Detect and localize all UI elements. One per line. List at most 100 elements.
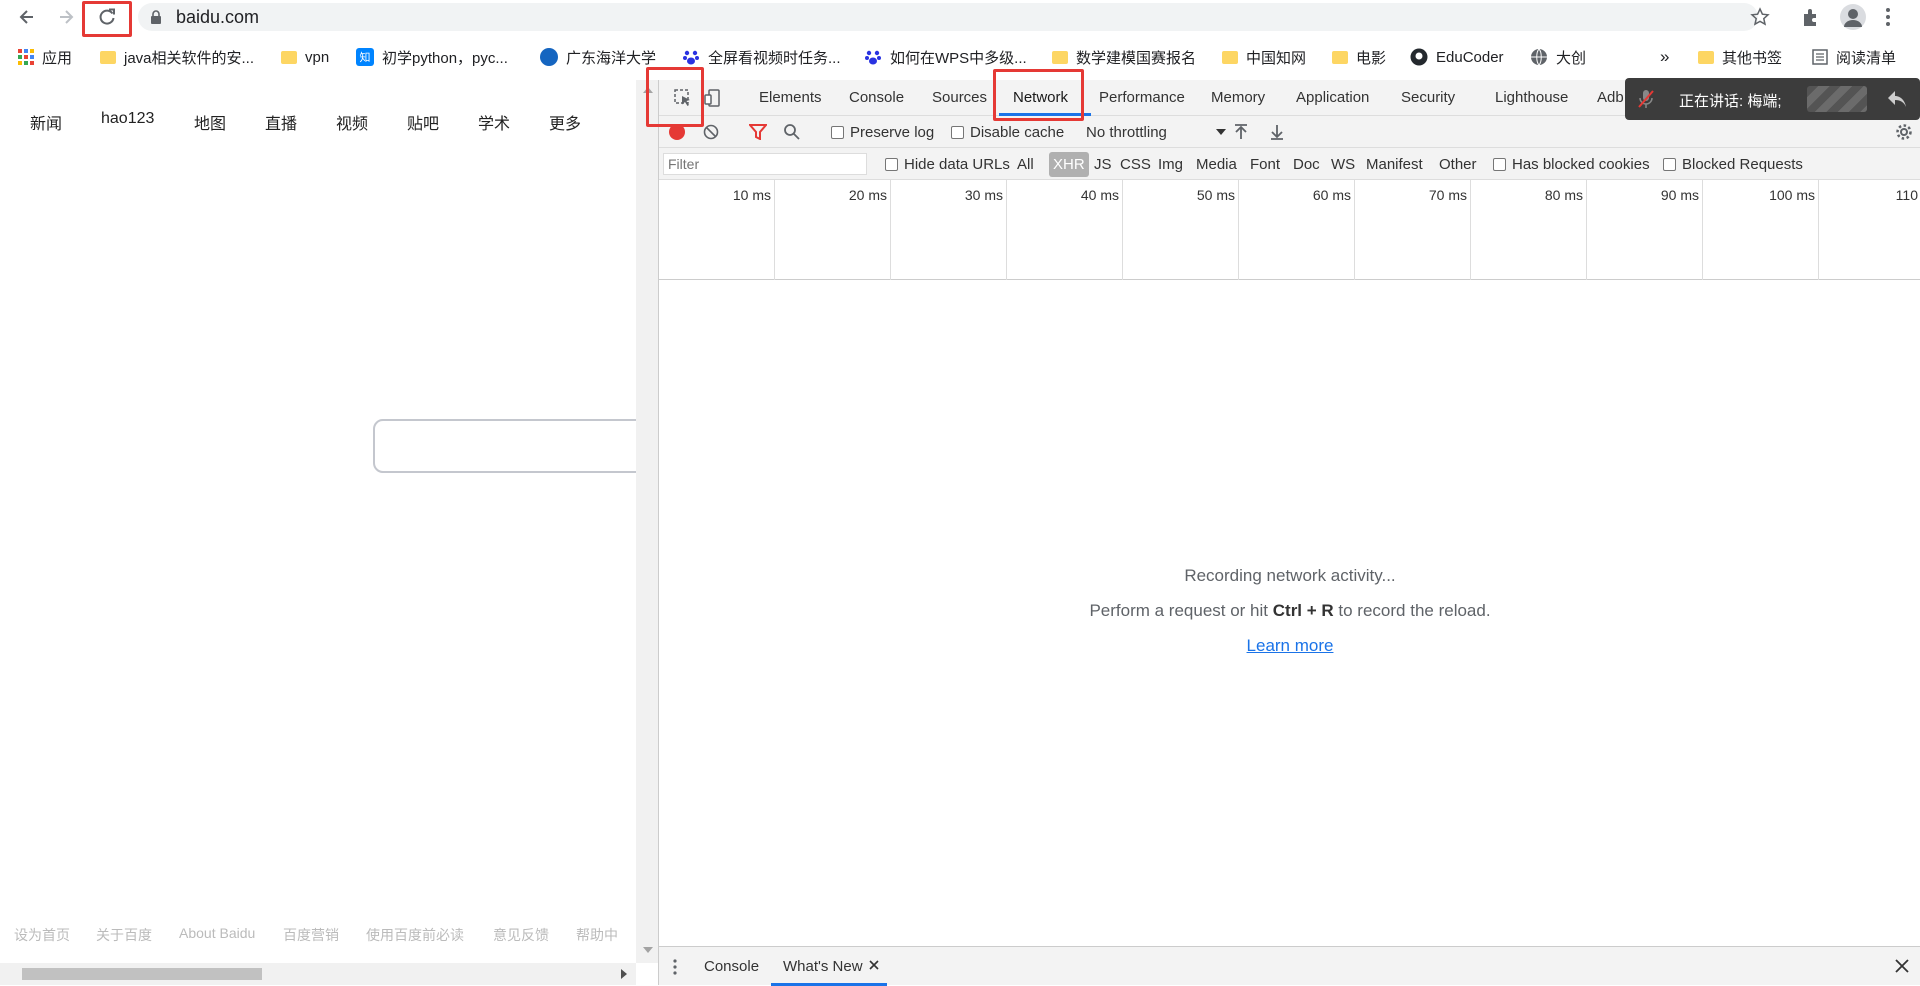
return-arrow-icon[interactable]	[1887, 90, 1907, 108]
timeline-tick: 110	[1895, 187, 1918, 203]
checkbox-box[interactable]	[951, 126, 964, 139]
bookmark-educoder[interactable]: EduCoder	[1410, 46, 1504, 68]
type-filter-ws[interactable]: WS	[1331, 156, 1355, 173]
checkbox-box[interactable]	[1663, 158, 1676, 171]
import-har-icon[interactable]	[1233, 123, 1249, 141]
forward-button[interactable]	[53, 4, 79, 30]
star-icon[interactable]	[1750, 7, 1770, 27]
disable-cache-checkbox[interactable]: Disable cache	[951, 124, 1064, 141]
drawer-tab-whats-new[interactable]: What's New	[783, 958, 863, 975]
bookmark-math-modeling[interactable]: 数学建模国赛报名	[1052, 46, 1196, 68]
drawer-tab-console[interactable]: Console	[704, 958, 759, 975]
tab-elements[interactable]: Elements	[759, 89, 822, 106]
type-filter-img[interactable]: Img	[1158, 156, 1183, 173]
type-filter-manifest[interactable]: Manifest	[1366, 156, 1423, 173]
bookmark-fullscreen[interactable]: 全屏看视频时任务...	[682, 46, 841, 68]
type-filter-font[interactable]: Font	[1250, 156, 1280, 173]
close-tab-icon[interactable]	[869, 960, 879, 970]
hide-data-urls-checkbox[interactable]: Hide data URLs	[885, 156, 1010, 173]
footer-link-terms[interactable]: 使用百度前必读	[366, 925, 464, 945]
bookmark-apps[interactable]: 应用	[18, 46, 72, 68]
nav-link-map[interactable]: 地图	[194, 110, 226, 134]
tab-application[interactable]: Application	[1296, 89, 1369, 106]
search-icon[interactable]	[783, 123, 801, 141]
type-filter-other[interactable]: Other	[1439, 156, 1477, 173]
vertical-scrollbar[interactable]	[636, 80, 658, 963]
bookmark-gdou[interactable]: 广东海洋大学	[540, 46, 656, 68]
bookmark-cnki[interactable]: 中国知网	[1222, 46, 1306, 68]
footer-link-about[interactable]: 关于百度	[96, 925, 152, 945]
type-filter-css[interactable]: CSS	[1120, 156, 1151, 173]
bookmark-dachuang[interactable]: 大创	[1530, 46, 1586, 68]
type-filter-doc[interactable]: Doc	[1293, 156, 1320, 173]
address-bar[interactable]: baidu.com	[138, 3, 1770, 31]
annotation-highlight-reload	[82, 1, 132, 37]
other-bookmarks[interactable]: 其他书签	[1698, 46, 1782, 68]
extensions-icon[interactable]	[1800, 6, 1822, 28]
nav-link-xueshu[interactable]: 学术	[478, 110, 510, 134]
bookmark-movie[interactable]: 电影	[1332, 46, 1386, 68]
tab-lighthouse[interactable]: Lighthouse	[1495, 89, 1568, 106]
bookmarks-overflow-button[interactable]: »	[1660, 46, 1669, 68]
horizontal-scrollbar[interactable]	[0, 963, 636, 985]
footer-link-marketing[interactable]: 百度营销	[283, 925, 339, 945]
tab-performance[interactable]: Performance	[1099, 89, 1185, 106]
nav-link-more[interactable]: 更多	[549, 110, 581, 134]
bookmark-java[interactable]: java相关软件的安...	[100, 46, 254, 68]
footer-link-homepage[interactable]: 设为首页	[14, 925, 70, 945]
filter-input[interactable]	[663, 153, 867, 175]
annotation-highlight-network-tab	[993, 69, 1084, 121]
tab-adb[interactable]: Adb	[1597, 89, 1624, 106]
nav-link-tieba[interactable]: 贴吧	[407, 110, 439, 134]
preserve-log-checkbox[interactable]: Preserve log	[831, 124, 934, 141]
scroll-right-icon[interactable]	[620, 969, 628, 979]
back-button[interactable]	[14, 4, 40, 30]
devtools-panel: Elements Console Sources Network Perform…	[658, 80, 1920, 986]
footer-link-about-en[interactable]: About Baidu	[179, 925, 255, 941]
devtools-drawer: Console What's New	[659, 946, 1920, 986]
clear-icon[interactable]	[703, 124, 719, 140]
bookmark-python[interactable]: 知 初学python，pyc...	[356, 46, 508, 68]
bookmark-wps[interactable]: 如何在WPS中多级...	[864, 46, 1027, 68]
type-filter-media[interactable]: Media	[1196, 156, 1237, 173]
checkbox-box[interactable]	[1493, 158, 1506, 171]
forward-arrow-icon	[60, 10, 74, 24]
scrollbar-thumb[interactable]	[22, 968, 262, 980]
device-toolbar-button[interactable]	[703, 88, 723, 113]
scroll-down-icon[interactable]	[643, 946, 653, 954]
filter-icon[interactable]	[749, 124, 767, 140]
settings-gear-icon[interactable]	[1895, 123, 1913, 141]
network-overview-timeline[interactable]: 10 ms 20 ms 30 ms 40 ms 50 ms 60 ms 70 m…	[659, 180, 1920, 280]
tab-security[interactable]: Security	[1401, 89, 1455, 106]
type-filter-xhr[interactable]: XHR	[1049, 152, 1089, 177]
nav-link-video[interactable]: 视频	[336, 110, 368, 134]
blocked-cookies-checkbox[interactable]: Has blocked cookies	[1493, 156, 1650, 173]
browser-toolbar: baidu.com	[0, 0, 1920, 34]
learn-more-link[interactable]: Learn more	[1247, 636, 1334, 655]
search-input[interactable]	[373, 419, 673, 473]
muted-microphone-icon[interactable]	[1637, 89, 1655, 109]
timeline-tick: 10 ms	[659, 180, 775, 280]
footer-link-feedback[interactable]: 意见反馈	[493, 925, 549, 945]
reading-list[interactable]: 阅读清单	[1812, 46, 1896, 68]
drawer-menu-icon[interactable]	[673, 959, 677, 975]
export-har-icon[interactable]	[1269, 123, 1285, 141]
checkbox-box[interactable]	[885, 158, 898, 171]
tab-sources[interactable]: Sources	[932, 89, 987, 106]
nav-link-live[interactable]: 直播	[265, 110, 297, 134]
tab-memory[interactable]: Memory	[1211, 89, 1265, 106]
nav-link-hao123[interactable]: hao123	[101, 110, 154, 128]
nav-link-news[interactable]: 新闻	[30, 110, 62, 134]
footer-link-help[interactable]: 帮助中	[576, 925, 618, 945]
throttling-select[interactable]: No throttling	[1086, 124, 1226, 141]
checkbox-box[interactable]	[831, 126, 844, 139]
kebab-menu-icon[interactable]	[1885, 6, 1891, 28]
blocked-requests-checkbox[interactable]: Blocked Requests	[1663, 156, 1803, 173]
profile-avatar[interactable]	[1840, 4, 1866, 30]
type-filter-js[interactable]: JS	[1094, 156, 1112, 173]
type-filter-all[interactable]: All	[1017, 156, 1034, 173]
close-drawer-icon[interactable]	[1895, 959, 1909, 973]
bookmark-vpn[interactable]: vpn	[281, 46, 329, 68]
github-icon	[1410, 48, 1428, 66]
tab-console[interactable]: Console	[849, 89, 904, 106]
